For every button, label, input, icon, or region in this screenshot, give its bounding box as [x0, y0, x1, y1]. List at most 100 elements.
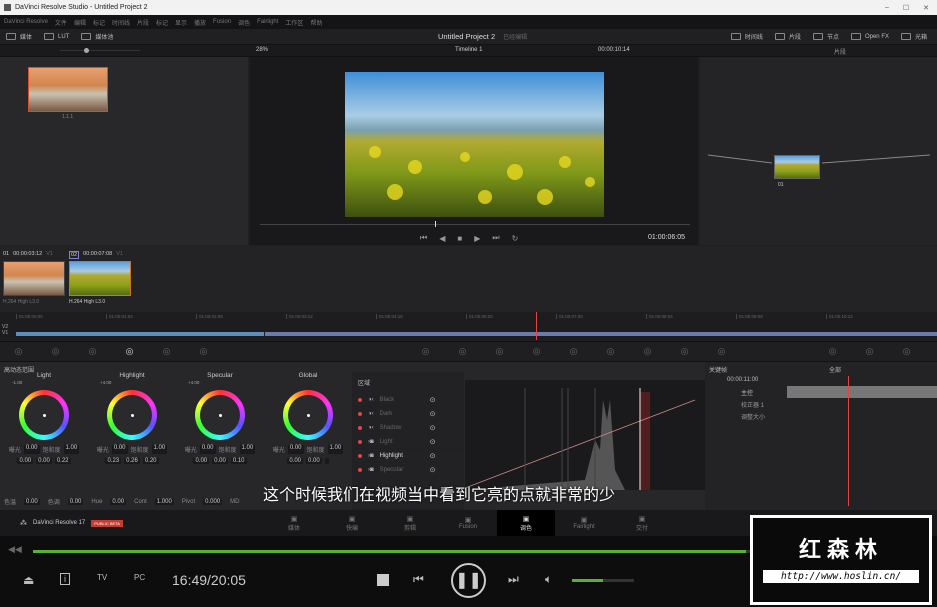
wheel-z-value[interactable]: 0.22	[54, 458, 71, 464]
rgb-mixer-icon[interactable]: ◎	[148, 346, 185, 357]
qualifier-icon[interactable]: ◎	[481, 346, 518, 357]
playhead[interactable]	[536, 312, 537, 340]
keyframe-playhead[interactable]	[848, 376, 849, 506]
menu-item[interactable]: 标记	[156, 18, 168, 27]
page-tab-3[interactable]: ▣ Fusion	[439, 510, 497, 536]
sizing-icon[interactable]: ◎	[703, 346, 740, 357]
volume-slider[interactable]	[572, 579, 634, 582]
previous-icon[interactable]: ⏮	[413, 572, 424, 587]
zone-enable-dot[interactable]	[358, 425, 362, 430]
wheel-y-value[interactable]: 0.00	[36, 458, 52, 464]
close-button[interactable]: ✕	[923, 4, 929, 12]
wheel-x-value[interactable]: 0.00	[193, 458, 210, 464]
saturation-value[interactable]: 1.00	[151, 445, 168, 454]
zone-enable-dot[interactable]	[358, 453, 362, 458]
menu-item[interactable]: DaVinci Resolve	[4, 19, 48, 25]
maximize-button[interactable]: ☐	[903, 4, 909, 12]
play-button[interactable]: ▶	[474, 234, 480, 243]
keyframes-mode-dropdown[interactable]: 全部	[829, 365, 841, 374]
node-mode-dropdown[interactable]: 片段	[834, 47, 846, 56]
wheel-z-value[interactable]	[324, 458, 329, 464]
menu-item[interactable]: 工作区	[285, 18, 303, 27]
menu-item[interactable]: Fusion	[213, 19, 231, 25]
menu-item[interactable]: Fairlight	[257, 19, 278, 25]
info-icon[interactable]: ◎	[888, 346, 925, 357]
rewind-icon[interactable]: ◀◀	[8, 544, 22, 555]
zone-target-icon[interactable]: ⊙	[430, 452, 436, 460]
zone-enable-dot[interactable]	[358, 397, 362, 402]
menu-item[interactable]: 文件	[55, 18, 67, 27]
exposure-value[interactable]: 0.00	[23, 445, 40, 454]
timeline-button[interactable]: 时间线	[725, 32, 769, 41]
wheel-z-value[interactable]: 0.10	[230, 458, 247, 464]
zone-row-dark[interactable]: ◑‹ Dark ⊙	[352, 407, 464, 421]
menu-item[interactable]: 片段	[137, 18, 149, 27]
zone-target-icon[interactable]: ⊙	[430, 410, 436, 418]
keyframe-track-2[interactable]: 调整大小	[741, 412, 765, 421]
menu-item[interactable]: 编辑	[74, 18, 86, 27]
pip-icon[interactable]: PC	[134, 573, 145, 582]
zone-enable-dot[interactable]	[358, 467, 362, 472]
zone-target-icon[interactable]: ⊙	[430, 466, 436, 474]
zone-row-specular[interactable]: ›◙ Specular ⊙	[352, 463, 464, 477]
blur-icon[interactable]: ◎	[629, 346, 666, 357]
zone-row-shadow[interactable]: ◑‹ Shadow ⊙	[352, 421, 464, 435]
param-value[interactable]: 1.000	[154, 498, 174, 505]
media-pool-clip[interactable]	[28, 67, 108, 112]
param-value[interactable]: 0.000	[203, 498, 223, 505]
clips-button[interactable]: 片段	[769, 32, 807, 41]
color-wheel-control[interactable]	[195, 390, 245, 440]
key-icon[interactable]: ◎	[666, 346, 703, 357]
wheel-y-value[interactable]: 0.00	[212, 458, 228, 464]
zone-target-icon[interactable]: ⊙	[430, 396, 436, 404]
stop-button[interactable]: ■	[457, 234, 462, 243]
volume-icon[interactable]: 🔈︎	[545, 572, 552, 587]
stop-icon[interactable]	[377, 574, 389, 586]
play-reverse-button[interactable]: ◀	[439, 234, 445, 243]
pause-button[interactable]: ❚❚	[451, 563, 486, 598]
clip-thumbnail[interactable]	[3, 261, 65, 296]
curves-icon[interactable]: ◎	[407, 346, 444, 357]
color-wheel-control[interactable]	[19, 390, 69, 440]
page-tab-1[interactable]: ▣ 快编	[323, 510, 381, 536]
saturation-value[interactable]: 1.00	[327, 445, 344, 454]
exposure-value[interactable]: 0.00	[287, 445, 304, 454]
menu-item[interactable]: 显示	[175, 18, 187, 27]
zone-enable-dot[interactable]	[358, 439, 362, 444]
lut-button[interactable]: LUT	[38, 33, 75, 40]
saturation-value[interactable]: 1.00	[239, 445, 256, 454]
menu-item[interactable]: 调色	[238, 18, 250, 27]
exposure-value[interactable]: 0.00	[111, 445, 128, 454]
color-match-icon[interactable]: ◎	[37, 346, 74, 357]
lightbox-button[interactable]: 光箱	[895, 32, 933, 41]
zone-row-highlight[interactable]: ›◙ Highlight ⊙	[352, 449, 464, 463]
page-tab-0[interactable]: ▣ 媒体	[265, 510, 323, 536]
3d-icon[interactable]: ◎	[814, 346, 851, 357]
camera-raw-icon[interactable]: ◎	[0, 346, 37, 357]
thumbnail-size-slider[interactable]	[60, 48, 140, 53]
hdr-icon[interactable]: ◎	[111, 346, 148, 357]
eject-icon[interactable]: ⏏	[23, 573, 34, 587]
timeline-clip-2[interactable]	[265, 332, 937, 336]
nodes-button[interactable]: 节点	[807, 32, 845, 41]
zoom-dropdown[interactable]: 28%	[256, 47, 268, 53]
media-button[interactable]: 媒体	[0, 32, 38, 41]
menu-item[interactable]: 播放	[194, 18, 206, 27]
magic-mask-icon[interactable]: ◎	[592, 346, 629, 357]
page-tab-5[interactable]: ▣ Fairlight	[555, 510, 613, 536]
media-pool-button[interactable]: 媒体池	[75, 32, 119, 41]
page-tab-4[interactable]: ▣ 调色	[497, 510, 555, 536]
timeline-clip-1[interactable]	[16, 332, 264, 336]
timeline-dropdown[interactable]: Timeline 1	[455, 47, 482, 53]
wheel-x-value[interactable]: 0.23	[105, 458, 122, 464]
tv-icon[interactable]: TV	[97, 573, 107, 582]
menu-item[interactable]: 帮助	[310, 18, 322, 27]
window-icon[interactable]: ◎	[518, 346, 555, 357]
saturation-value[interactable]: 1.00	[63, 445, 80, 454]
node-01[interactable]	[774, 155, 820, 179]
param-value[interactable]: 0.00	[67, 498, 84, 505]
minimize-button[interactable]: –	[885, 4, 889, 11]
param-value[interactable]: 0.00	[110, 498, 127, 505]
color-wheel-control[interactable]	[107, 390, 157, 440]
loop-button[interactable]: ↻	[512, 234, 519, 243]
